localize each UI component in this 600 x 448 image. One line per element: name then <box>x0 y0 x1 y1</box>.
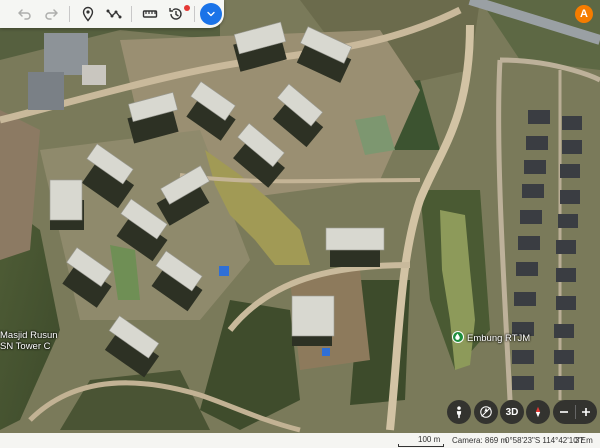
notification-dot <box>184 5 190 11</box>
poi-pin-icon[interactable] <box>452 331 464 343</box>
scale-label: 100 m <box>418 435 441 444</box>
elevation-readout: 37 m <box>575 436 593 445</box>
plus-icon <box>582 408 591 416</box>
zoom-out-button[interactable] <box>553 400 575 424</box>
placemark-icon <box>82 6 93 22</box>
zoom-in-button[interactable] <box>576 400 598 424</box>
person-icon <box>456 406 462 419</box>
place-label-masjid[interactable]: Masjid Rusun SN Tower C <box>0 330 58 352</box>
reset-tilt-button[interactable] <box>474 400 498 424</box>
map-toolbar <box>0 0 224 28</box>
path-icon <box>106 9 121 19</box>
history-icon <box>169 8 182 20</box>
minus-icon <box>559 411 568 413</box>
north-arrow-icon <box>480 406 492 418</box>
zoom-controls <box>553 400 597 424</box>
ruler-icon <box>143 10 158 18</box>
street-view-button[interactable] <box>447 400 471 424</box>
satellite-map[interactable] <box>0 0 600 448</box>
add-placemark-button[interactable] <box>77 3 99 25</box>
redo-icon <box>45 9 58 20</box>
place-label-line: SN Tower C <box>0 341 51 352</box>
toolbar-divider <box>68 6 70 22</box>
account-avatar[interactable]: A <box>575 5 593 23</box>
toggle-3d-button[interactable]: 3D <box>500 400 524 424</box>
place-label-line: Masjid Rusun <box>0 330 58 341</box>
coordinates-readout: 0°58'23"S 114°42'10"E <box>505 436 586 445</box>
camera-altitude: Camera: 869 m <box>452 436 508 445</box>
status-bar: 100 m Camera: 869 m 0°58'23"S 114°42'10"… <box>0 433 600 448</box>
measure-button[interactable] <box>139 3 161 25</box>
undo-icon <box>18 9 31 20</box>
draw-path-button[interactable] <box>103 3 125 25</box>
undo-button[interactable] <box>14 3 36 25</box>
toolbar-divider <box>131 6 133 22</box>
compass-icon <box>535 406 541 418</box>
chevron-down-icon <box>207 11 215 17</box>
compass-button[interactable] <box>526 400 550 424</box>
collapse-toolbar-button[interactable] <box>200 3 222 25</box>
redo-button[interactable] <box>40 3 62 25</box>
toolbar-divider <box>194 6 196 22</box>
poi-label[interactable]: Embung RTJM <box>467 333 530 344</box>
drop-icon <box>455 333 460 340</box>
scale-bar <box>398 444 444 447</box>
